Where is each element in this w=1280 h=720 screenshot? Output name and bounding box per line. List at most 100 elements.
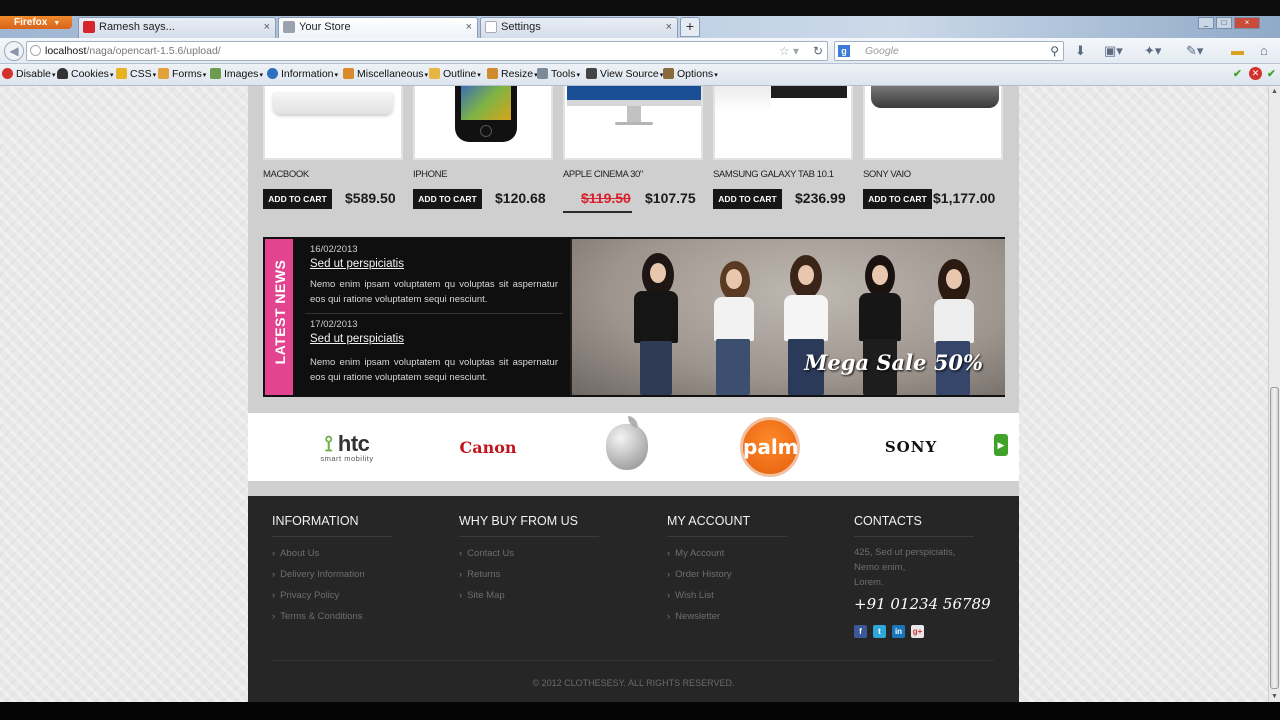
google-plus-icon[interactable]: g+ bbox=[911, 625, 924, 638]
page-viewport: MACBOOK ADD TO CART $589.50 IPHONE ADD T… bbox=[0, 86, 1268, 702]
devtool-options[interactable]: Options▾ bbox=[663, 68, 718, 80]
product-name[interactable]: SONY VAIO bbox=[863, 169, 911, 180]
validation-ok-icon[interactable]: ✔ bbox=[1233, 68, 1242, 80]
close-icon[interactable]: × bbox=[666, 18, 672, 37]
tools-icon[interactable]: ✎▾ bbox=[1186, 43, 1203, 59]
footer-link-terms[interactable]: Terms & Conditions bbox=[272, 611, 362, 622]
tab-title: Your Store bbox=[299, 21, 351, 33]
devtool-miscellaneous[interactable]: Miscellaneous▾ bbox=[343, 68, 428, 80]
news-title-link[interactable]: Sed ut perspiciatis bbox=[310, 258, 404, 270]
facebook-icon[interactable]: f bbox=[854, 625, 867, 638]
tab-ramesh-says[interactable]: Ramesh says... × bbox=[78, 17, 276, 38]
address-bar[interactable]: localhost/naga/opencart-1.5.6/upload/ ☆ … bbox=[26, 41, 828, 61]
tab-settings[interactable]: Settings × bbox=[480, 17, 678, 38]
product-name[interactable]: IPHONE bbox=[413, 169, 447, 180]
home-button-icon bbox=[480, 125, 492, 137]
devtool-view-source[interactable]: View Source▾ bbox=[586, 68, 663, 80]
devtool-resize[interactable]: Resize▾ bbox=[487, 68, 538, 80]
information-icon bbox=[267, 68, 278, 79]
product-name[interactable]: APPLE CINEMA 30" bbox=[563, 169, 643, 180]
linkedin-icon[interactable]: in bbox=[892, 625, 905, 638]
bookmark-star-icon[interactable]: ☆ ▾ bbox=[779, 42, 799, 60]
url-path: /naga/opencart-1.5.6/upload/ bbox=[86, 45, 221, 57]
devtool-outline[interactable]: Outline▾ bbox=[429, 68, 481, 80]
addon-icon[interactable]: ✦▾ bbox=[1144, 43, 1161, 59]
validation-error-icon[interactable]: ✕ bbox=[1249, 67, 1262, 80]
tablet-shape bbox=[771, 86, 847, 98]
footer-link-privacy[interactable]: Privacy Policy bbox=[272, 590, 339, 601]
apple-logo[interactable] bbox=[604, 413, 650, 481]
footer-link-delivery[interactable]: Delivery Information bbox=[272, 569, 364, 580]
footer-link-contact-us[interactable]: Contact Us bbox=[459, 548, 514, 559]
devtool-cookies[interactable]: Cookies▾ bbox=[57, 68, 113, 80]
screenshot-icon[interactable]: ▣▾ bbox=[1104, 43, 1123, 59]
product-image[interactable] bbox=[413, 86, 553, 160]
devtool-css[interactable]: CSS▾ bbox=[116, 68, 156, 80]
disable-icon bbox=[2, 68, 13, 79]
google-icon[interactable]: g bbox=[838, 45, 850, 57]
reload-icon[interactable]: ↻ bbox=[813, 42, 823, 60]
contact-address-line: Lorem. bbox=[854, 577, 884, 588]
product-image[interactable] bbox=[263, 86, 403, 160]
add-to-cart-button[interactable]: ADD TO CART bbox=[713, 189, 782, 209]
scroll-down-icon[interactable]: ▼ bbox=[1271, 693, 1278, 700]
search-icon[interactable]: ⚲ bbox=[1050, 42, 1059, 60]
new-tab-button[interactable]: + bbox=[680, 17, 700, 37]
close-window-icon[interactable]: × bbox=[1234, 17, 1260, 29]
settings-page-icon bbox=[485, 21, 497, 33]
tab-strip: Firefox ▼ Ramesh says... × Your Store × S… bbox=[0, 16, 1280, 38]
validation-ok-icon[interactable]: ✔ bbox=[1267, 68, 1276, 80]
devtool-information[interactable]: Information▾ bbox=[267, 68, 338, 80]
devtool-forms[interactable]: Forms▾ bbox=[158, 68, 206, 80]
footer-link-order-history[interactable]: Order History bbox=[667, 569, 731, 580]
bookmarks-icon[interactable]: ▬ bbox=[1231, 43, 1244, 58]
product-image[interactable] bbox=[563, 86, 703, 160]
news-title-link[interactable]: Sed ut perspiciatis bbox=[310, 333, 404, 345]
footer-link-wish-list[interactable]: Wish List bbox=[667, 590, 714, 601]
footer-heading: WHY BUY FROM US bbox=[459, 514, 578, 528]
minimize-icon[interactable]: _ bbox=[1198, 17, 1214, 29]
add-to-cart-button[interactable]: ADD TO CART bbox=[863, 189, 932, 209]
back-button[interactable]: ◀ bbox=[4, 41, 24, 61]
devtool-disable[interactable]: Disable▾ bbox=[2, 68, 56, 80]
product-image[interactable] bbox=[713, 86, 853, 160]
search-field[interactable]: g Google ⚲ bbox=[834, 41, 1064, 61]
scrollbar-thumb[interactable] bbox=[1270, 387, 1279, 689]
maximize-icon[interactable]: □ bbox=[1216, 17, 1232, 29]
devtool-images[interactable]: Images▾ bbox=[210, 68, 263, 80]
footer-link-returns[interactable]: Returns bbox=[459, 569, 500, 580]
product-name[interactable]: SAMSUNG GALAXY TAB 10.1 bbox=[713, 169, 834, 180]
brand-carousel: ⟟ htc smart mobility Canon palm SONY ▶ bbox=[248, 413, 1019, 481]
url-host: localhost bbox=[45, 45, 87, 57]
footer-link-my-account[interactable]: My Account bbox=[667, 548, 724, 559]
footer-link-about-us[interactable]: About Us bbox=[272, 548, 319, 559]
canon-logo[interactable]: Canon bbox=[453, 413, 523, 481]
tab-your-store[interactable]: Your Store × bbox=[278, 17, 478, 38]
palm-logo[interactable]: palm bbox=[738, 413, 802, 481]
promo-banner[interactable]: Mega Sale 50% bbox=[570, 239, 1005, 395]
home-icon[interactable]: ⌂ bbox=[1260, 43, 1268, 58]
product-image[interactable] bbox=[863, 86, 1003, 160]
add-to-cart-button[interactable]: ADD TO CART bbox=[413, 189, 482, 209]
close-icon[interactable]: × bbox=[466, 18, 472, 37]
scroll-up-icon[interactable]: ▲ bbox=[1271, 88, 1278, 95]
monitor-base bbox=[615, 122, 653, 125]
page-scrollbar[interactable]: ▲ ▼ bbox=[1268, 86, 1280, 702]
footer-link-newsletter[interactable]: Newsletter bbox=[667, 611, 720, 622]
product-name[interactable]: MACBOOK bbox=[263, 169, 309, 180]
twitter-icon[interactable]: t bbox=[873, 625, 886, 638]
carousel-next-arrow-icon[interactable]: ▶ bbox=[994, 434, 1008, 456]
devtool-tools[interactable]: Tools▾ bbox=[537, 68, 580, 80]
resize-icon bbox=[487, 68, 498, 79]
latest-news-heading: LATEST NEWS bbox=[272, 259, 288, 365]
options-icon bbox=[663, 68, 674, 79]
footer-link-site-map[interactable]: Site Map bbox=[459, 590, 505, 601]
sony-logo[interactable]: SONY bbox=[876, 413, 946, 481]
add-to-cart-button[interactable]: ADD TO CART bbox=[263, 189, 332, 209]
close-icon[interactable]: × bbox=[264, 18, 270, 37]
htc-logo[interactable]: ⟟ htc smart mobility bbox=[312, 413, 382, 481]
firefox-menu-button[interactable]: Firefox ▼ bbox=[0, 16, 72, 29]
tablet-reflection bbox=[715, 86, 771, 112]
download-icon[interactable]: ⬇ bbox=[1075, 43, 1086, 59]
latest-news-module: LATEST NEWS 16/02/2013 Sed ut perspiciat… bbox=[263, 237, 1005, 397]
